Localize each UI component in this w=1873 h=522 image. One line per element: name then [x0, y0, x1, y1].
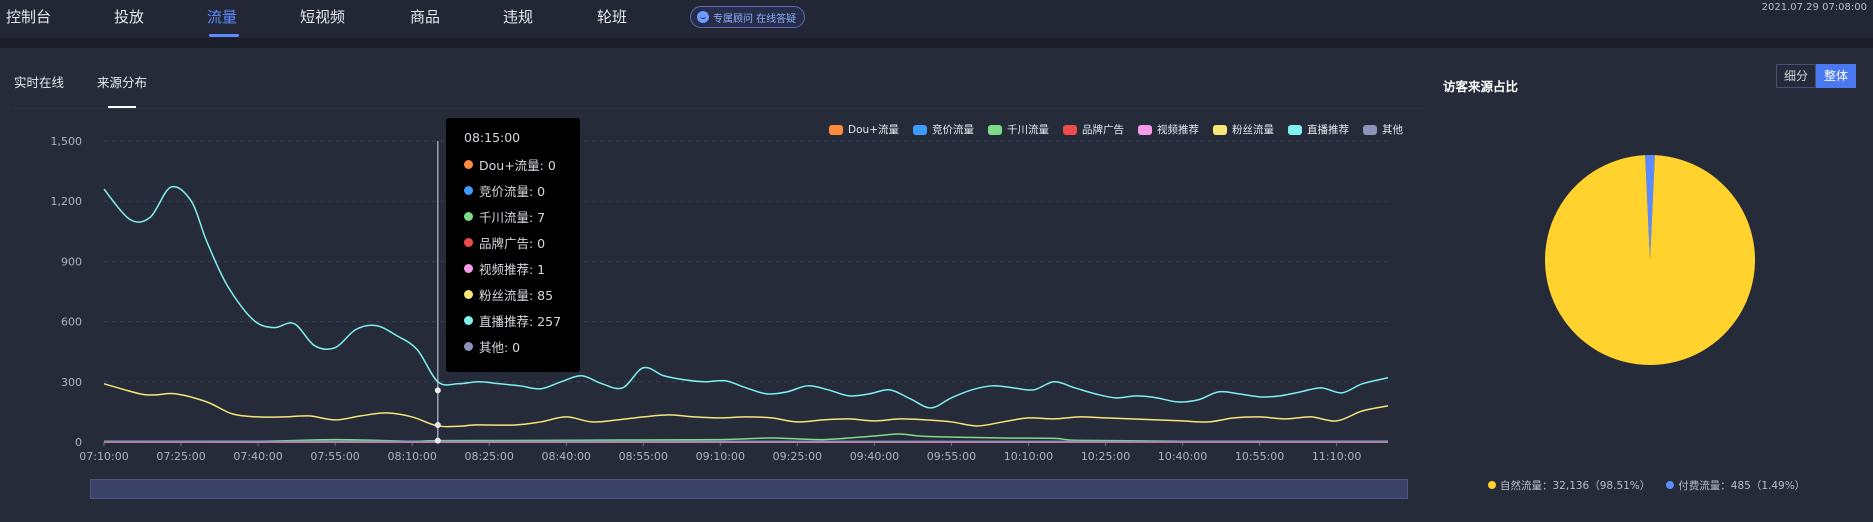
x-tick-label: 07:55:00 [310, 450, 359, 460]
series-line-2 [103, 433, 1389, 443]
tooltip-dot [464, 185, 473, 195]
tooltip-dot [464, 289, 473, 299]
toggle-detail-button[interactable]: 细分 [1775, 64, 1816, 88]
y-tick-label: 0 [75, 436, 82, 449]
tooltip-label: 直播推荐: 257 [479, 313, 562, 329]
crosshair-point [434, 421, 441, 428]
tooltip-row: 粉丝流量: 85 [464, 281, 580, 307]
x-tick-label: 08:10:00 [387, 450, 436, 460]
pie-legend-dot [1488, 481, 1496, 489]
x-tick-label: 08:40:00 [542, 450, 591, 460]
pie-legend-item[interactable]: 付费流量：485（1.49%） [1666, 478, 1805, 493]
pie-legend-label: 自然流量：32,136（98.51%） [1500, 480, 1651, 492]
nav-item-3[interactable]: 短视频 [300, 6, 345, 27]
traffic-line-chart: 0 300 600 900 1,200 1,500 07:10:00 07:25:00 07:4… [51, 135, 1389, 460]
active-nav-underline [209, 34, 239, 37]
toggle-total-button[interactable]: 整体 [1815, 64, 1856, 88]
crosshair-point [434, 387, 441, 394]
x-tick-label: 10:55:00 [1235, 450, 1284, 460]
y-tick-label: 300 [61, 376, 82, 389]
tooltip-row: 视频推荐: 1 [464, 255, 580, 281]
tooltip-time: 08:15:00 [464, 130, 521, 145]
tooltip-dot [464, 211, 473, 221]
chart-tooltip: 08:15:00 Dou+流量: 0 竞价流量: 0 千川流量: 7 品牌广告: 0 视… [446, 118, 580, 372]
consult-label: 专属顾问 在线答疑 [713, 13, 797, 25]
nav-item-5[interactable]: 违规 [503, 6, 533, 27]
visitor-source-title: 访客来源占比 [1443, 79, 1519, 94]
x-tick-label: 08:55:00 [619, 450, 668, 460]
tooltip-dot [464, 341, 473, 351]
nav-item-1[interactable]: 投放 [114, 6, 144, 27]
nav-item-4[interactable]: 商品 [410, 6, 440, 27]
tooltip-dot [464, 315, 473, 325]
tooltip-row: 直播推荐: 257 [464, 307, 580, 333]
x-tick-label: 10:10:00 [1004, 450, 1053, 460]
tooltip-row: 千川流量: 7 [464, 203, 580, 229]
tooltip-dot [464, 159, 473, 169]
x-tick-label: 10:40:00 [1158, 450, 1207, 460]
tab-realtime[interactable]: 实时在线 [14, 72, 64, 91]
tooltip-label: 视频推荐: 1 [479, 261, 546, 277]
tooltip-label: 其他: 0 [479, 339, 521, 355]
tooltip-label: Dou+流量: 0 [479, 157, 556, 173]
consult-button[interactable]: 专属顾问 在线答疑 [690, 6, 806, 28]
tooltip-label: 品牌广告: 0 [479, 235, 546, 251]
tooltip-row: 品牌广告: 0 [464, 229, 580, 255]
pie-legend-dot [1666, 481, 1675, 489]
x-tick-label: 09:25:00 [773, 450, 822, 460]
tooltip-row: 竞价流量: 0 [464, 177, 580, 203]
top-navigation: 控制台 投放 流量 短视频 商品 违规 轮班 专属顾问 在线答疑 2021.07.29 07… [0, 0, 1873, 38]
y-tick-label: 1,500 [51, 135, 83, 148]
y-tick-label: 900 [61, 255, 82, 268]
pie-legend-item[interactable]: 自然流量：32,136（98.51%） [1488, 478, 1650, 493]
tooltip-label: 粉丝流量: 85 [479, 287, 554, 303]
tooltip-label: 竞价流量: 0 [479, 183, 546, 199]
x-tick-label: 09:55:00 [927, 450, 976, 460]
y-tick-label: 1,200 [51, 195, 83, 208]
view-toggle: 细分 整体 [1775, 64, 1856, 88]
tab-source[interactable]: 来源分布 [97, 72, 147, 91]
header-separator [0, 38, 1873, 48]
x-tick-label: 07:25:00 [156, 450, 205, 460]
tooltip-dot [464, 263, 473, 273]
x-tick-label: 10:25:00 [1081, 450, 1130, 460]
tooltip-label: 千川流量: 7 [479, 209, 546, 225]
pie-legend-label: 付费流量：485（1.49%） [1678, 480, 1806, 492]
x-tick-label: 07:10:00 [79, 450, 128, 460]
pie-legend: 自然流量：32,136（98.51%） 付费流量：485（1.49%） [1488, 478, 1805, 493]
nav-item-6[interactable]: 轮班 [597, 6, 627, 27]
x-tick-label: 07:40:00 [233, 450, 282, 460]
x-tick-label: 08:25:00 [464, 450, 513, 460]
nav-item-2[interactable]: 流量 [207, 6, 237, 27]
tooltip-row: 其他: 0 [464, 333, 580, 359]
tooltip-dot [464, 237, 473, 247]
nav-item-0[interactable]: 控制台 [6, 6, 51, 27]
series-line-6 [103, 185, 1389, 409]
chart-zoom-scrollbar[interactable] [90, 479, 1408, 499]
tooltip-row: Dou+流量: 0 [464, 151, 580, 177]
x-tick-label: 11:10:00 [1312, 450, 1361, 460]
current-datetime: 2021.07.29 07:08:00 [1761, 2, 1867, 13]
chat-icon [697, 11, 709, 23]
x-tick-label: 09:40:00 [850, 450, 899, 460]
crosshair-point [434, 437, 441, 444]
y-tick-label: 600 [61, 316, 82, 329]
series-line-5 [103, 383, 1389, 428]
tab-divider [14, 108, 1424, 109]
x-tick-label: 09:10:00 [696, 450, 745, 460]
visitor-source-pie [1545, 155, 1755, 365]
